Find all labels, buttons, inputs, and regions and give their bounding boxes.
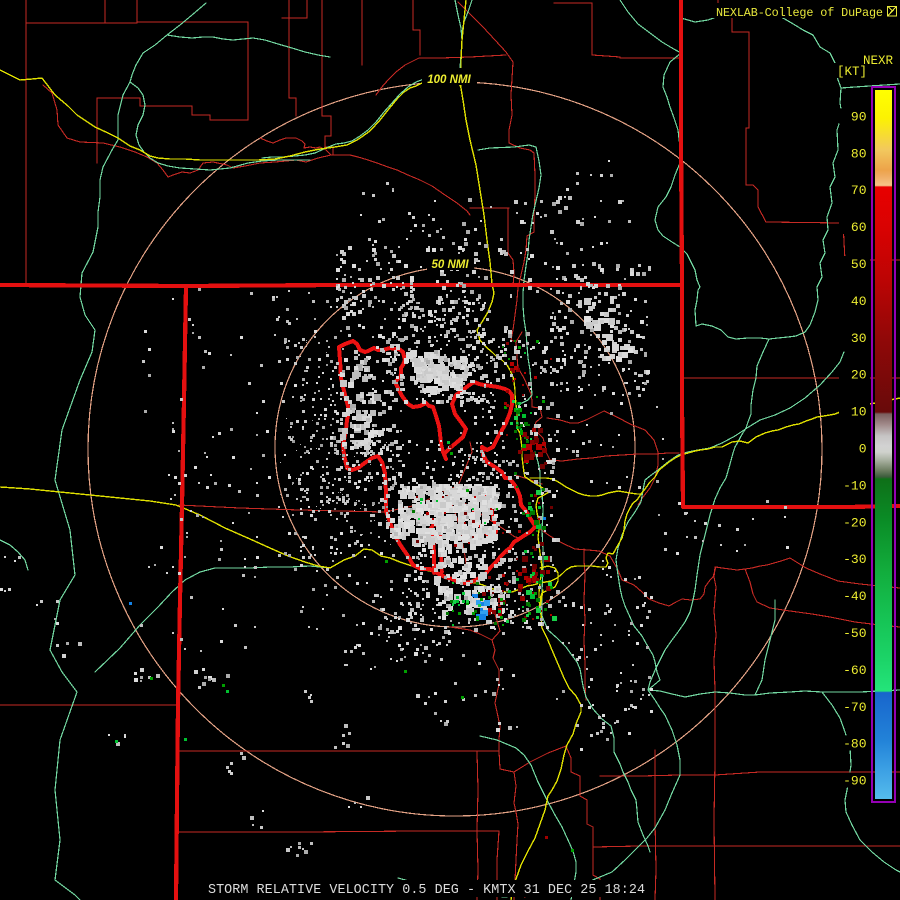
svg-text:50 NMI: 50 NMI [431, 259, 469, 271]
svg-text:50: 50 [851, 257, 867, 272]
svg-text:100 NMI: 100 NMI [427, 74, 471, 86]
svg-text:NEXR: NEXR [863, 54, 894, 68]
svg-text:70: 70 [851, 183, 867, 198]
svg-text:-90: -90 [843, 774, 866, 789]
svg-text:-40: -40 [843, 589, 866, 604]
svg-text:60: 60 [851, 220, 867, 235]
svg-text:-30: -30 [843, 552, 866, 567]
svg-text:-20: -20 [843, 515, 866, 530]
svg-text:-10: -10 [843, 478, 866, 493]
svg-text:30: 30 [851, 331, 867, 346]
svg-text:-70: -70 [843, 700, 866, 715]
svg-text:STORM RELATIVE VELOCITY 0.5 DE: STORM RELATIVE VELOCITY 0.5 DEG - KMTX 3… [208, 883, 645, 898]
svg-text:-80: -80 [843, 737, 866, 752]
svg-text:80: 80 [851, 146, 867, 161]
svg-text:40: 40 [851, 294, 867, 309]
svg-text:NEXLAB-College of DuPage: NEXLAB-College of DuPage [716, 6, 883, 20]
svg-text:-50: -50 [843, 626, 866, 641]
svg-text:0: 0 [859, 442, 867, 457]
svg-text:90: 90 [851, 109, 867, 124]
svg-text:-60: -60 [843, 663, 866, 678]
svg-text:10: 10 [851, 405, 867, 420]
svg-text:[KT]: [KT] [837, 65, 867, 79]
svg-text:20: 20 [851, 368, 867, 383]
